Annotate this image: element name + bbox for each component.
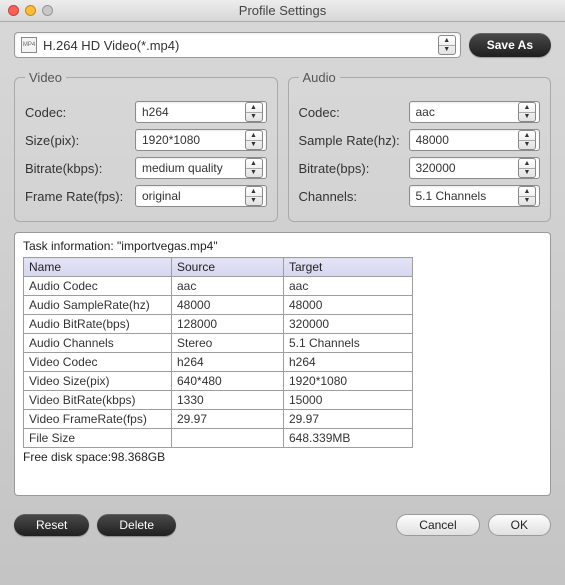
cell-name: Audio SampleRate(hz) [24, 296, 172, 315]
cell-name: File Size [24, 429, 172, 448]
cell-source: 1330 [172, 391, 284, 410]
video-bitrate-value: medium quality [142, 161, 245, 175]
video-legend: Video [25, 70, 66, 85]
audio-bitrate-select[interactable]: 320000 ▲▼ [409, 157, 541, 179]
cell-name: Audio Channels [24, 334, 172, 353]
audio-sample-select[interactable]: 48000 ▲▼ [409, 129, 541, 151]
dropdown-stepper[interactable]: ▲▼ [245, 130, 263, 150]
bottom-bar: Reset Delete Cancel OK [0, 504, 565, 536]
table-row: Audio Codecaacaac [24, 277, 413, 296]
chevron-down-icon: ▼ [439, 46, 455, 55]
audio-sample-label: Sample Rate(hz): [299, 133, 409, 148]
table-row: Audio ChannelsStereo5.1 Channels [24, 334, 413, 353]
cell-name: Video Codec [24, 353, 172, 372]
chevron-up-icon: ▲ [439, 36, 455, 46]
cell-name: Video Size(pix) [24, 372, 172, 391]
dropdown-stepper[interactable]: ▲▼ [518, 130, 536, 150]
audio-sample-value: 48000 [416, 133, 519, 147]
audio-bitrate-value: 320000 [416, 161, 519, 175]
table-row: Video Size(pix)640*4801920*1080 [24, 372, 413, 391]
dropdown-stepper[interactable]: ▲▼ [245, 102, 263, 122]
cell-name: Video BitRate(kbps) [24, 391, 172, 410]
cell-target: 29.97 [284, 410, 413, 429]
audio-legend: Audio [299, 70, 340, 85]
audio-bitrate-label: Bitrate(bps): [299, 161, 409, 176]
video-framerate-select[interactable]: original ▲▼ [135, 185, 267, 207]
cell-name: Audio BitRate(bps) [24, 315, 172, 334]
cell-source: 48000 [172, 296, 284, 315]
free-disk-label: Free disk space:98.368GB [23, 450, 542, 464]
table-row: Audio SampleRate(hz)4800048000 [24, 296, 413, 315]
close-window-icon[interactable] [8, 5, 19, 16]
cell-target: 648.339MB [284, 429, 413, 448]
task-filename: "importvegas.mp4" [117, 239, 218, 253]
reset-button[interactable]: Reset [14, 514, 89, 536]
video-group: Video Codec: h264 ▲▼ Size(pix): 1920*108… [14, 70, 278, 222]
save-as-button[interactable]: Save As [469, 33, 551, 57]
profile-label: H.264 HD Video(*.mp4) [43, 38, 438, 53]
cell-source: 29.97 [172, 410, 284, 429]
cell-target: aac [284, 277, 413, 296]
cell-target: 15000 [284, 391, 413, 410]
audio-group: Audio Codec: aac ▲▼ Sample Rate(hz): 480… [288, 70, 552, 222]
titlebar: Profile Settings [0, 0, 565, 22]
cell-source: h264 [172, 353, 284, 372]
delete-button[interactable]: Delete [97, 514, 176, 536]
task-info-panel: Task information: "importvegas.mp4" Name… [14, 232, 551, 496]
video-size-select[interactable]: 1920*1080 ▲▼ [135, 129, 267, 151]
audio-codec-value: aac [416, 105, 519, 119]
cell-name: Video FrameRate(fps) [24, 410, 172, 429]
audio-channels-label: Channels: [299, 189, 409, 204]
dropdown-stepper[interactable]: ▲▼ [518, 158, 536, 178]
profile-select[interactable]: MP4 H.264 HD Video(*.mp4) ▲ ▼ [14, 32, 461, 58]
table-row: Video FrameRate(fps)29.9729.97 [24, 410, 413, 429]
cell-target: 320000 [284, 315, 413, 334]
video-bitrate-select[interactable]: medium quality ▲▼ [135, 157, 267, 179]
audio-channels-select[interactable]: 5.1 Channels ▲▼ [409, 185, 541, 207]
dropdown-stepper[interactable]: ▲▼ [245, 186, 263, 206]
video-bitrate-label: Bitrate(kbps): [25, 161, 135, 176]
table-row: Video Codech264h264 [24, 353, 413, 372]
mp4-file-icon: MP4 [21, 37, 37, 53]
minimize-window-icon[interactable] [25, 5, 36, 16]
video-codec-value: h264 [142, 105, 245, 119]
col-name: Name [24, 258, 172, 277]
cell-source: Stereo [172, 334, 284, 353]
dropdown-stepper[interactable]: ▲▼ [518, 102, 536, 122]
task-info-header: Task information: "importvegas.mp4" [23, 239, 542, 253]
cell-target: h264 [284, 353, 413, 372]
video-framerate-value: original [142, 189, 245, 203]
traffic-lights [8, 5, 53, 16]
cell-name: Audio Codec [24, 277, 172, 296]
dropdown-stepper[interactable]: ▲▼ [245, 158, 263, 178]
ok-button[interactable]: OK [488, 514, 551, 536]
video-codec-select[interactable]: h264 ▲▼ [135, 101, 267, 123]
cell-source: 128000 [172, 315, 284, 334]
video-size-label: Size(pix): [25, 133, 135, 148]
table-row: Video BitRate(kbps)133015000 [24, 391, 413, 410]
task-info-table: Name Source Target Audio CodecaacaacAudi… [23, 257, 413, 448]
video-framerate-label: Frame Rate(fps): [25, 189, 135, 204]
video-codec-label: Codec: [25, 105, 135, 120]
task-header-prefix: Task information: [23, 239, 117, 253]
col-source: Source [172, 258, 284, 277]
cell-target: 48000 [284, 296, 413, 315]
audio-channels-value: 5.1 Channels [416, 189, 519, 203]
cell-source [172, 429, 284, 448]
profile-dropdown-stepper[interactable]: ▲ ▼ [438, 35, 456, 55]
cell-source: aac [172, 277, 284, 296]
audio-codec-label: Codec: [299, 105, 409, 120]
cell-source: 640*480 [172, 372, 284, 391]
audio-codec-select[interactable]: aac ▲▼ [409, 101, 541, 123]
table-row: Audio BitRate(bps)128000320000 [24, 315, 413, 334]
zoom-window-icon [42, 5, 53, 16]
col-target: Target [284, 258, 413, 277]
cell-target: 5.1 Channels [284, 334, 413, 353]
window-title: Profile Settings [8, 3, 557, 18]
table-row: File Size 648.339MB [24, 429, 413, 448]
cancel-button[interactable]: Cancel [396, 514, 479, 536]
dropdown-stepper[interactable]: ▲▼ [518, 186, 536, 206]
video-size-value: 1920*1080 [142, 133, 245, 147]
cell-target: 1920*1080 [284, 372, 413, 391]
